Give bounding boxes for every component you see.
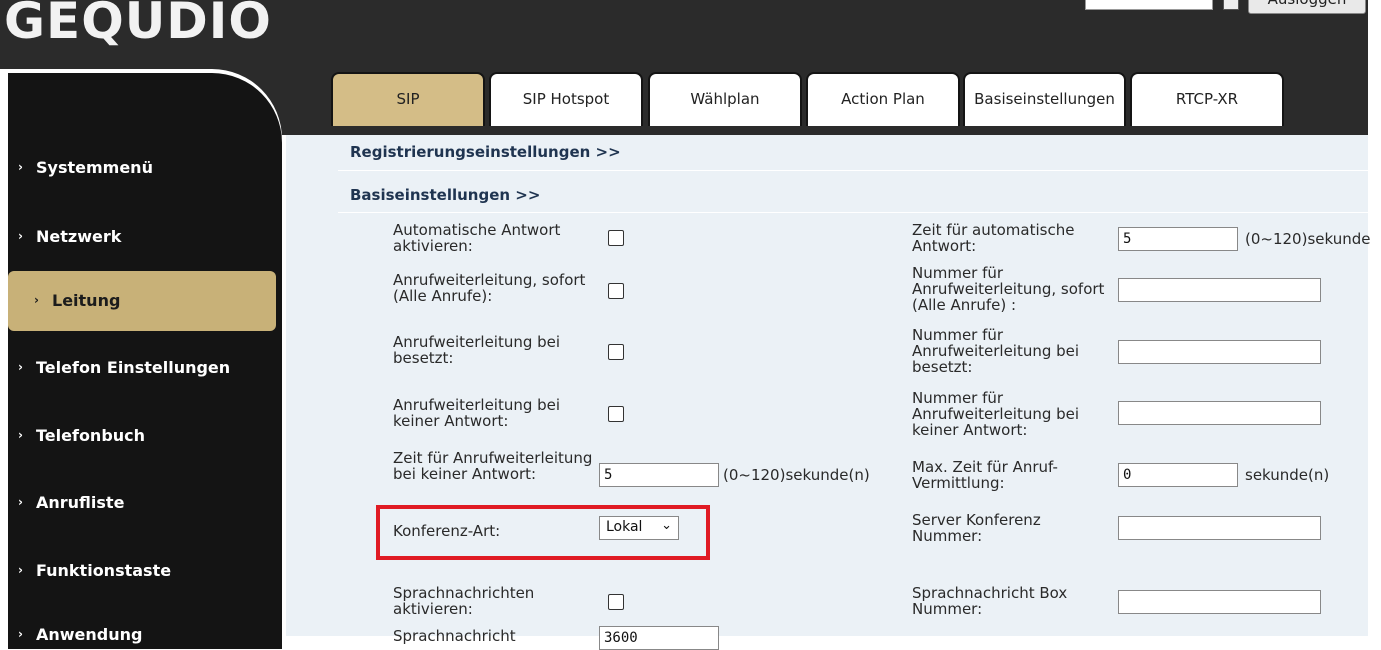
- sidebar-edge: [0, 69, 8, 649]
- tab-sip-hotspot[interactable]: SIP Hotspot: [489, 72, 643, 126]
- voicemail-partial-input[interactable]: [599, 626, 719, 650]
- sidebar-item-anwendung[interactable]: › Anwendung: [18, 625, 142, 644]
- logo: GEQUDIO: [4, 0, 272, 50]
- auto-answer-time-label: Zeit für automatische Antwort:: [912, 221, 1075, 255]
- chevron-right-icon: ›: [18, 627, 23, 641]
- sidebar-item-label: Leitung: [52, 291, 121, 310]
- top-search-input[interactable]: [1085, 0, 1213, 10]
- tab-rtcp-xr[interactable]: RTCP-XR: [1130, 72, 1284, 126]
- highlight-box: [376, 505, 710, 560]
- fwd-noanswer-label: Anrufweiterleitung bei keiner Antwort:: [393, 396, 561, 430]
- fwd-all-number-input[interactable]: [1118, 278, 1321, 302]
- section-registrierung[interactable]: Registrierungseinstellungen >>: [350, 143, 621, 161]
- auto-answer-time-unit: (0~120)sekunde(n): [1245, 231, 1370, 247]
- fwd-noanswer-checkbox[interactable]: [608, 406, 624, 422]
- voicemail-enable-label: Sprachnachrichten aktivieren:: [393, 584, 535, 618]
- fwd-noanswer-number-label: Nummer für Anrufweiterleitung bei keiner…: [912, 389, 1080, 439]
- sidebar-item-label: Telefonbuch: [36, 426, 146, 445]
- fwd-busy-checkbox[interactable]: [608, 344, 624, 360]
- fwd-busy-number-input[interactable]: [1118, 340, 1321, 364]
- max-transfer-unit: sekunde(n): [1245, 466, 1330, 484]
- auto-answer-label: Automatische Antwort aktivieren:: [393, 221, 561, 255]
- fwd-all-label: Anrufweiterleitung, sofort (Alle Anrufe)…: [393, 271, 586, 305]
- chevron-right-icon: ›: [18, 360, 23, 374]
- top-checkbox[interactable]: [1223, 0, 1239, 10]
- sidebar-item-netzwerk[interactable]: › Netzwerk: [18, 227, 121, 246]
- sidebar-item-label: Anrufliste: [36, 493, 125, 512]
- logout-button[interactable]: Ausloggen: [1248, 0, 1366, 14]
- tab-basiseinstellungen[interactable]: Basiseinstellungen: [963, 72, 1126, 126]
- server-conf-label: Server Konferenz Nummer:: [912, 511, 1041, 545]
- sidebar-item-label: Funktionstaste: [36, 561, 172, 580]
- sidebar-item-label: Anwendung: [36, 625, 143, 644]
- fwd-noanswer-time-input[interactable]: [599, 463, 719, 487]
- divider: [338, 170, 1368, 171]
- tab-sip[interactable]: SIP: [331, 72, 485, 126]
- fwd-busy-number-label: Nummer für Anrufweiterleitung bei besetz…: [912, 326, 1080, 376]
- sidebar-item-telefon-einstellungen[interactable]: › Telefon Einstellungen: [18, 358, 230, 377]
- tab-waehlplan[interactable]: Wählplan: [648, 72, 802, 126]
- fwd-noanswer-time-unit: (0~120)sekunde(n): [723, 466, 870, 484]
- fwd-busy-label: Anrufweiterleitung bei besetzt:: [393, 333, 561, 367]
- sidebar-item-label: Telefon Einstellungen: [36, 358, 231, 377]
- voicemail-box-input[interactable]: [1118, 590, 1321, 614]
- chevron-right-icon: ›: [18, 495, 23, 509]
- voicemail-box-label: Sprachnachricht Box Nummer:: [912, 584, 1068, 618]
- divider: [338, 212, 1368, 213]
- chevron-right-icon: ›: [34, 293, 39, 307]
- main-content: [286, 135, 1368, 636]
- fwd-all-checkbox[interactable]: [608, 283, 624, 299]
- auto-answer-time-input[interactable]: [1118, 227, 1238, 251]
- sidebar-item-systemmenue[interactable]: › Systemmenü: [18, 158, 153, 177]
- server-conf-input[interactable]: [1118, 516, 1321, 540]
- section-basiseinstellungen[interactable]: Basiseinstellungen >>: [350, 186, 540, 204]
- fwd-noanswer-number-input[interactable]: [1118, 401, 1321, 425]
- sidebar-item-leitung[interactable]: › Leitung: [8, 271, 276, 331]
- sidebar-item-anrufliste[interactable]: › Anrufliste: [18, 493, 124, 512]
- max-transfer-input[interactable]: [1118, 463, 1238, 487]
- chevron-right-icon: ›: [18, 428, 23, 442]
- voicemail-partial-label: Sprachnachricht: [393, 627, 516, 645]
- max-transfer-label: Max. Zeit für Anruf-Vermittlung:: [912, 458, 1058, 492]
- fwd-noanswer-time-label: Zeit für Anrufweiterleitung bei keiner A…: [393, 449, 593, 483]
- sidebar-item-label: Netzwerk: [36, 227, 122, 246]
- fwd-all-number-label: Nummer für Anrufweiterleitung, sofort (A…: [912, 264, 1105, 314]
- tab-action-plan[interactable]: Action Plan: [806, 72, 960, 126]
- auto-answer-checkbox[interactable]: [608, 230, 624, 246]
- sidebar-item-telefonbuch[interactable]: › Telefonbuch: [18, 426, 145, 445]
- chevron-right-icon: ›: [18, 160, 23, 174]
- sidebar-item-label: Systemmenü: [36, 158, 153, 177]
- chevron-right-icon: ›: [18, 229, 23, 243]
- chevron-right-icon: ›: [18, 563, 23, 577]
- sidebar-item-funktionstaste[interactable]: › Funktionstaste: [18, 561, 171, 580]
- voicemail-enable-checkbox[interactable]: [608, 594, 624, 610]
